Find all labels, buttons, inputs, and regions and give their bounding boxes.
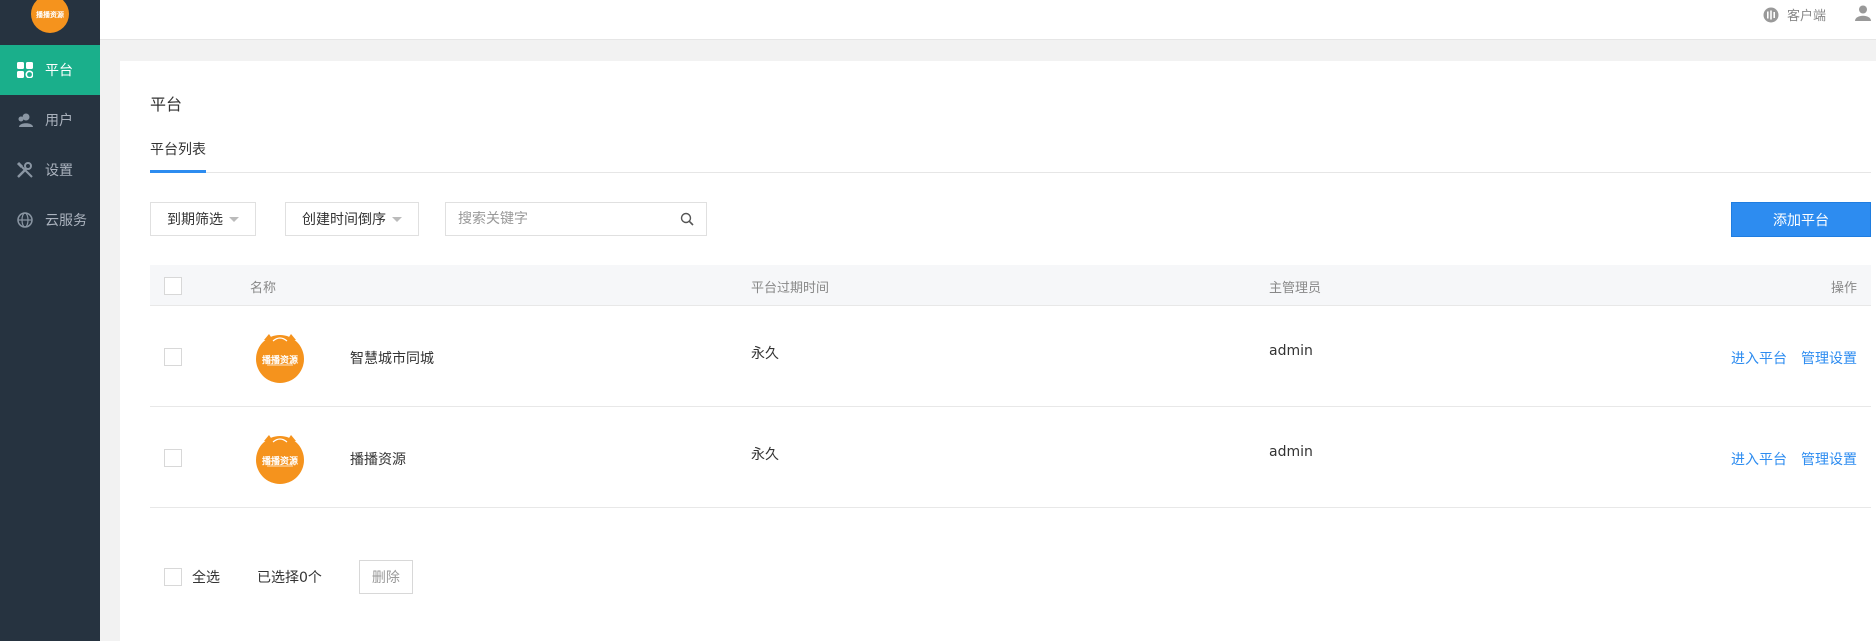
user-avatar-icon[interactable] bbox=[1854, 4, 1872, 22]
chevron-down-icon bbox=[392, 216, 402, 222]
platform-table: 名称 平台过期时间 主管理员 操作 播播资源 智慧城市同城 永久 admin 进… bbox=[150, 265, 1871, 508]
bulk-actions-bar: 全选 已选择0个 删除 bbox=[150, 560, 413, 594]
row-actions: 进入平台 管理设置 bbox=[1731, 449, 1857, 469]
row-checkbox[interactable] bbox=[164, 449, 182, 467]
client-link[interactable]: 客户端 bbox=[1763, 5, 1826, 24]
column-header-name: 名称 bbox=[250, 281, 277, 296]
platform-logo: 播播资源 bbox=[253, 330, 307, 384]
grid-icon bbox=[16, 61, 34, 79]
logo-text: 播播资源 bbox=[261, 457, 298, 467]
sidebar-item-label: 平台 bbox=[45, 63, 73, 79]
manage-settings-link[interactable]: 管理设置 bbox=[1801, 348, 1857, 368]
platform-admin: admin bbox=[1269, 444, 1313, 460]
users-icon bbox=[16, 111, 34, 129]
sidebar-item-users[interactable]: 用户 bbox=[0, 95, 100, 145]
search-box bbox=[445, 202, 707, 236]
row-actions: 进入平台 管理设置 bbox=[1731, 348, 1857, 368]
top-bar: 客户端 bbox=[100, 0, 1876, 40]
brand-logo[interactable]: 播播资源 bbox=[31, 0, 69, 34]
logo-text: 播播资源 bbox=[36, 11, 64, 19]
platform-expire: 永久 bbox=[751, 346, 779, 362]
platform-admin: admin bbox=[1269, 343, 1313, 359]
column-header-admin: 主管理员 bbox=[1269, 281, 1322, 296]
platform-name: 播播资源 bbox=[350, 452, 406, 468]
sidebar-item-platform[interactable]: 平台 bbox=[0, 45, 100, 95]
table-row: 播播资源 播播资源 永久 admin 进入平台 管理设置 bbox=[150, 407, 1871, 508]
search-input[interactable] bbox=[458, 211, 680, 227]
platform-logo: 播播资源 bbox=[253, 431, 307, 485]
column-header-actions: 操作 bbox=[1830, 281, 1857, 296]
sidebar-item-label: 设置 bbox=[45, 163, 73, 179]
sidebar-item-label: 云服务 bbox=[45, 213, 87, 229]
sidebar-item-settings[interactable]: 设置 bbox=[0, 145, 100, 195]
enter-platform-link[interactable]: 进入平台 bbox=[1731, 449, 1787, 469]
globe-icon bbox=[16, 211, 34, 229]
sidebar-nav: 平台 用户 设置 云服务 bbox=[0, 45, 100, 245]
select-all-label[interactable]: 全选 bbox=[192, 567, 220, 587]
header-checkbox[interactable] bbox=[164, 277, 182, 295]
tab-platform-list[interactable]: 平台列表 bbox=[150, 137, 206, 173]
platform-expire: 永久 bbox=[751, 447, 779, 463]
row-checkbox[interactable] bbox=[164, 348, 182, 366]
sidebar: 播播资源 平台 用户 设置 云服务 bbox=[0, 0, 100, 641]
client-icon bbox=[1763, 7, 1779, 23]
enter-platform-link[interactable]: 进入平台 bbox=[1731, 348, 1787, 368]
logo-text: 播播资源 bbox=[261, 356, 298, 366]
main-panel: 平台 平台列表 到期筛选 创建时间倒序 添加平台 名称 平台过期时间 主管理员 … bbox=[120, 61, 1876, 641]
client-label: 客户端 bbox=[1786, 9, 1826, 24]
platform-name: 智慧城市同城 bbox=[350, 351, 434, 367]
sort-label: 创建时间倒序 bbox=[302, 212, 386, 228]
sort-dropdown[interactable]: 创建时间倒序 bbox=[285, 202, 419, 236]
wrench-icon bbox=[16, 161, 34, 179]
search-icon[interactable] bbox=[680, 212, 694, 226]
sidebar-item-cloud[interactable]: 云服务 bbox=[0, 195, 100, 245]
sidebar-item-label: 用户 bbox=[45, 113, 73, 129]
table-header: 名称 平台过期时间 主管理员 操作 bbox=[150, 265, 1871, 306]
chevron-down-icon bbox=[229, 216, 239, 222]
toolbar: 到期筛选 创建时间倒序 添加平台 bbox=[150, 202, 1871, 237]
delete-button[interactable]: 删除 bbox=[358, 560, 413, 594]
select-all-checkbox[interactable] bbox=[164, 568, 182, 586]
expire-filter-dropdown[interactable]: 到期筛选 bbox=[150, 202, 256, 236]
add-platform-button[interactable]: 添加平台 bbox=[1731, 202, 1871, 237]
expire-filter-label: 到期筛选 bbox=[167, 212, 223, 228]
tab-bar: 平台列表 bbox=[150, 137, 1871, 173]
selected-count: 已选择0个 bbox=[257, 570, 322, 586]
manage-settings-link[interactable]: 管理设置 bbox=[1801, 449, 1857, 469]
page-title: 平台 bbox=[150, 95, 183, 114]
column-header-expire: 平台过期时间 bbox=[751, 281, 830, 296]
table-row: 播播资源 智慧城市同城 永久 admin 进入平台 管理设置 bbox=[150, 306, 1871, 407]
